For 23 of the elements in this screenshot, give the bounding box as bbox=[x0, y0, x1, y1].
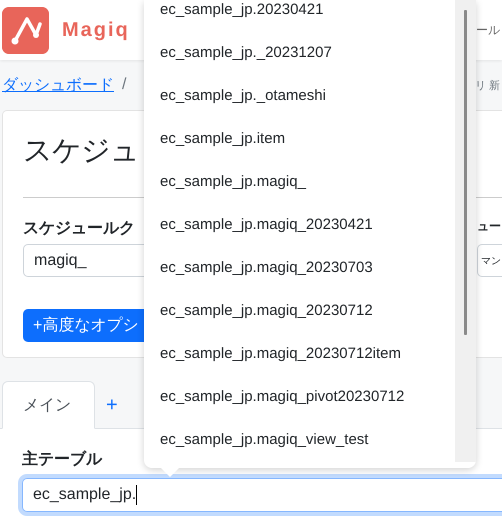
dropdown-item[interactable]: ec_sample_jp.magiq_20230703 bbox=[144, 246, 455, 289]
tab[interactable]: メイン bbox=[2, 381, 95, 429]
breadcrumb-separator: / bbox=[122, 76, 126, 94]
dropdown-item[interactable]: ec_sample_jp.magiq_ bbox=[144, 160, 455, 203]
nav-link[interactable]: ール bbox=[476, 22, 500, 38]
brand-name: Magiq bbox=[62, 18, 130, 42]
scrollbar-thumb[interactable] bbox=[464, 10, 467, 335]
field-label: 主テーブル bbox=[22, 449, 102, 470]
dropdown-item[interactable]: ec_sample_jp.20230421 bbox=[144, 0, 455, 31]
dropdown-item[interactable]: ec_sample_jp._20231207 bbox=[144, 31, 455, 74]
dropdown-item[interactable]: ec_sample_jp.item bbox=[144, 117, 455, 160]
tab[interactable]: + bbox=[95, 381, 129, 429]
field-label: スケジュールク bbox=[23, 219, 135, 238]
dropdown-item[interactable]: ec_sample_jp.magiq_20230421 bbox=[144, 203, 455, 246]
dropdown-item[interactable]: ec_sample_jp.magiq_pivot20230712 bbox=[144, 375, 455, 418]
input-field[interactable]: マン bbox=[477, 244, 502, 277]
field-label: ュー bbox=[477, 218, 501, 235]
page-title: スケジュ bbox=[23, 134, 139, 169]
dropdown-item[interactable]: ec_sample_jp.magiq_view_test bbox=[144, 418, 455, 461]
dropdown-item[interactable]: ec_sample_jp._otameshi bbox=[144, 74, 455, 117]
breadcrumb-link[interactable]: ダッシュボード bbox=[2, 74, 114, 96]
scrollbar[interactable] bbox=[455, 0, 476, 462]
breadcrumb-current: リ 新 bbox=[474, 78, 500, 92]
